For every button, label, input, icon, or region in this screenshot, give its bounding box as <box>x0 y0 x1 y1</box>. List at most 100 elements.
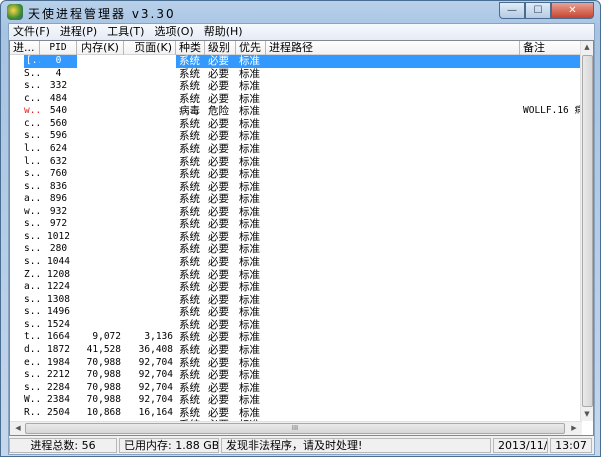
table-row[interactable]: W... 2384 70,988 92,704 系统必要标准 <box>10 394 582 407</box>
cell-page <box>124 143 176 156</box>
table-row[interactable]: s... 596 系统必要标准 <box>10 130 582 143</box>
cell-memory <box>77 93 124 106</box>
column-header-page[interactable]: 页面(K) <box>124 41 176 55</box>
cell-pid: 1012 <box>47 230 70 242</box>
table-row[interactable]: a... 896 系统必要标准 <box>10 193 582 206</box>
cell-pid: 560 <box>49 117 68 129</box>
column-header-path[interactable]: 进程路径 <box>266 41 520 55</box>
column-header-type[interactable]: 种类 <box>176 41 205 55</box>
column-header-pid[interactable]: PID <box>40 41 77 55</box>
horizontal-scroll-thumb[interactable]: III <box>25 423 565 434</box>
cell-pid: 332 <box>49 80 68 92</box>
cell-page <box>124 319 176 332</box>
list-rows: [...0系统必要标准S...4系统必要标准s...332系统必要标准c...4… <box>10 55 582 432</box>
title-bar[interactable]: 天使进程管理器 v3.30 — ☐ ✕ <box>1 1 600 23</box>
cell-page <box>124 256 176 269</box>
cell-path <box>266 243 520 256</box>
table-row[interactable]: s... 1524 系统必要标准 <box>10 319 582 332</box>
table-row[interactable]: s... 2212 70,988 92,704 系统必要标准 <box>10 369 582 382</box>
cell-pid: 1496 <box>47 306 70 318</box>
table-row[interactable]: s... 2284 70,988 92,704 系统必要标准 <box>10 382 582 395</box>
table-row[interactable]: Z... 1208 系统必要标准 <box>10 269 582 282</box>
vertical-scrollbar[interactable]: ▲ ▼ <box>580 41 593 421</box>
menu-process[interactable]: 进程(P) <box>56 24 101 40</box>
column-header-note[interactable]: 备注 <box>520 41 582 55</box>
cell-pid: 540 <box>49 105 68 117</box>
table-row[interactable]: R... 2504 10,868 16,164 系统必要标准 <box>10 407 582 420</box>
cell-pid: 4 <box>55 67 62 79</box>
cell-type: 系统 <box>179 369 200 382</box>
table-row[interactable]: s... 1012 系统必要标准 <box>10 231 582 244</box>
cell-page <box>124 294 176 307</box>
cell-priority: 标准 <box>239 218 260 231</box>
cell-note <box>520 294 582 307</box>
cell-priority: 标准 <box>239 92 260 105</box>
column-header-memory[interactable]: 内存(K) <box>77 41 124 55</box>
cell-path <box>266 294 520 307</box>
cell-memory <box>77 105 124 118</box>
cell-pid: 1208 <box>47 268 70 280</box>
scroll-down-icon[interactable]: ▼ <box>581 408 593 421</box>
close-button[interactable]: ✕ <box>551 2 594 19</box>
table-row[interactable]: a... 1224 系统必要标准 <box>10 281 582 294</box>
table-row[interactable]: c... 560 系统必要标准 <box>10 118 582 131</box>
table-row[interactable]: s... 1044 系统必要标准 <box>10 256 582 269</box>
menu-tools[interactable]: 工具(T) <box>103 24 148 40</box>
horizontal-scrollbar[interactable]: ◀ III ▶ <box>10 421 582 435</box>
cell-note <box>520 130 582 143</box>
menu-help[interactable]: 帮助(H) <box>200 24 247 40</box>
column-header-name[interactable]: 进... <box>10 41 40 55</box>
cell-priority: 标准 <box>239 331 260 344</box>
table-row[interactable]: S... 4 系统必要标准 <box>10 68 582 81</box>
cell-note <box>520 156 582 169</box>
scroll-right-icon[interactable]: ▶ <box>568 422 580 435</box>
column-header-level[interactable]: 级别 <box>205 41 236 55</box>
table-row[interactable]: d... 1872 41,528 36,408 系统必要标准 <box>10 344 582 357</box>
window-title: 天使进程管理器 v3.30 <box>28 7 176 21</box>
cell-pid: 1044 <box>47 256 70 267</box>
table-row[interactable]: e... 1984 70,988 92,704 系统必要标准 <box>10 357 582 370</box>
cell-level: 必要 <box>208 218 229 231</box>
column-header-priority[interactable]: 优先 <box>236 41 266 55</box>
table-row[interactable]: s... 836 系统必要标准 <box>10 181 582 194</box>
minimize-button[interactable]: — <box>499 2 525 19</box>
table-row[interactable]: w... 540 病毒危险标准 WOLLF.16 病毒 <box>10 105 582 118</box>
cell-type: 系统 <box>179 293 200 306</box>
cell-pid: 760 <box>49 168 68 180</box>
cell-memory <box>77 256 124 269</box>
cell-note <box>520 369 582 382</box>
app-window: 天使进程管理器 v3.30 — ☐ ✕ 文件(F) 进程(P) 工具(T) 选项… <box>0 0 601 457</box>
table-row[interactable]: [...0 系统必要标准 <box>10 55 582 68</box>
table-row[interactable]: l... 632 系统必要标准 <box>10 156 582 169</box>
table-row[interactable]: s... 280 系统必要标准 <box>10 243 582 256</box>
table-row[interactable]: c... 484 系统必要标准 <box>10 93 582 106</box>
scroll-up-icon[interactable]: ▲ <box>581 41 593 54</box>
cell-memory: 70,988 <box>86 356 121 368</box>
cell-note <box>520 243 582 256</box>
cell-page <box>124 118 176 131</box>
cell-path <box>266 394 520 407</box>
cell-name: s... <box>24 256 40 267</box>
menu-options[interactable]: 选项(O) <box>150 24 197 40</box>
menu-file[interactable]: 文件(F) <box>9 24 54 40</box>
process-list[interactable]: 进... PID 内存(K) 页面(K) 种类 级别 优先 进程路径 备注 [.… <box>9 40 594 436</box>
maximize-button[interactable]: ☐ <box>525 2 551 19</box>
cell-page <box>124 218 176 231</box>
cell-pid: 0 <box>40 55 77 68</box>
cell-name: l... <box>24 155 40 167</box>
table-row[interactable]: s... 332 系统必要标准 <box>10 80 582 93</box>
cell-note <box>520 80 582 93</box>
table-row[interactable]: t... 1664 9,072 3,136 系统必要标准 <box>10 331 582 344</box>
table-row[interactable]: w... 932 系统必要标准 <box>10 206 582 219</box>
cell-page <box>124 168 176 181</box>
table-row[interactable]: s... 972 系统必要标准 <box>10 218 582 231</box>
cell-page <box>124 68 176 81</box>
table-row[interactable]: s... 1308 系统必要标准 <box>10 294 582 307</box>
scroll-left-icon[interactable]: ◀ <box>12 422 24 435</box>
table-row[interactable]: l... 624 系统必要标准 <box>10 143 582 156</box>
vertical-scroll-thumb[interactable] <box>582 55 593 407</box>
table-row[interactable]: s... 760 系统必要标准 <box>10 168 582 181</box>
cell-priority: 标准 <box>239 155 260 168</box>
table-row[interactable]: s... 1496 系统必要标准 <box>10 306 582 319</box>
cell-priority: 标准 <box>239 343 260 356</box>
